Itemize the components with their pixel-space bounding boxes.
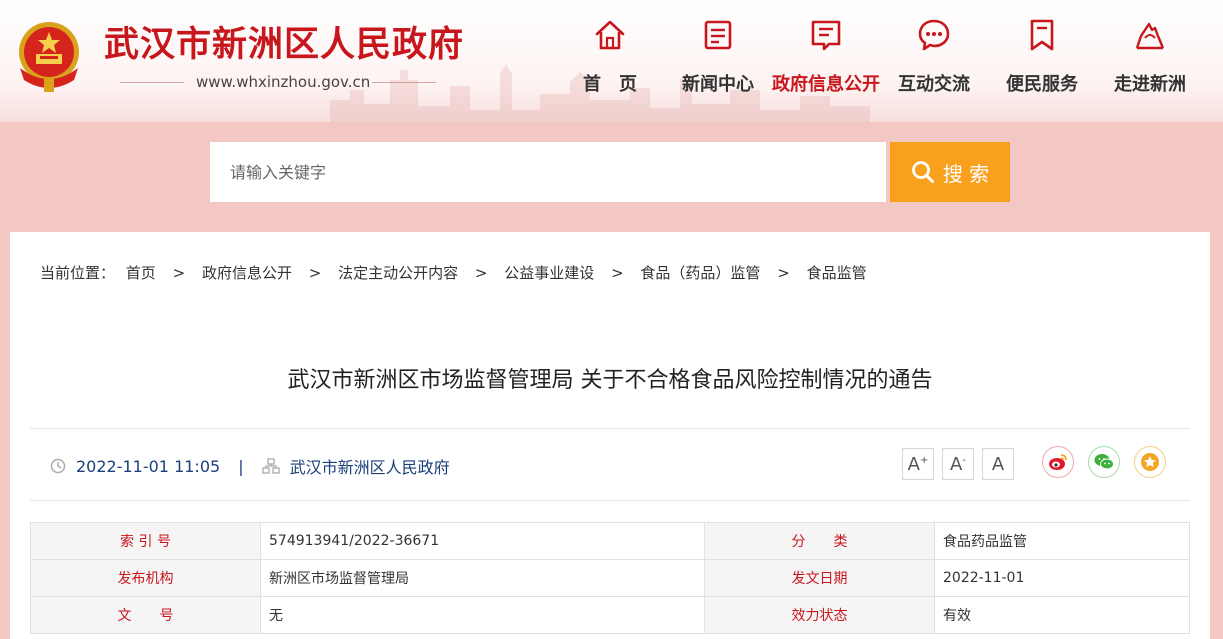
breadcrumb: 当前位置： 首页 > 政府信息公开 > 法定主动公开内容 > 公益事业建设 > … <box>40 262 867 283</box>
meta-top-divider <box>30 428 1190 429</box>
breadcrumb-link-statutory[interactable]: 法定主动公开内容 <box>338 262 458 283</box>
font-size-large-label: A <box>907 453 920 475</box>
url-divider-right <box>372 82 436 83</box>
organization-icon <box>261 458 280 474</box>
table-row: 发布机构 新洲区市场监督管理局 发文日期 2022-11-01 <box>30 559 1190 597</box>
national-emblem-logo <box>19 22 79 92</box>
article-meta: 2022-11-01 11:05 | 武汉市新洲区人民政府 <box>50 454 450 478</box>
table-row: 文 号 无 效力状态 有效 <box>30 596 1190 634</box>
search-input[interactable] <box>210 142 886 202</box>
chat-icon <box>918 19 950 51</box>
article-title: 武汉市新洲区市场监督管理局 关于不合格食品风险控制情况的通告 <box>287 368 933 393</box>
favorite-star-icon <box>1141 453 1159 471</box>
info-key: 文 号 <box>30 596 261 634</box>
nav-item-interaction[interactable]: 互动交流 <box>880 16 988 96</box>
info-value: 新洲区市场监督管理局 <box>260 559 705 597</box>
meta-bottom-divider <box>30 500 1190 501</box>
nav-label-news: 新闻中心 <box>682 74 754 95</box>
site-title: 武汉市新洲区人民政府 <box>104 25 465 65</box>
nav-label-interaction: 互动交流 <box>898 74 970 95</box>
news-icon <box>704 20 732 50</box>
nav-item-home[interactable]: 首 页 <box>556 16 664 96</box>
search-icon <box>911 161 934 183</box>
home-icon <box>595 20 625 50</box>
nav-item-gov-info[interactable]: 政府信息公开 <box>772 16 880 96</box>
share-favorite-button[interactable] <box>1134 446 1166 478</box>
font-size-small-button[interactable]: A- <box>942 448 974 480</box>
nav-label-services: 便民服务 <box>1006 74 1078 95</box>
info-value: 2022-11-01 <box>934 559 1190 597</box>
breadcrumb-link-food-drug[interactable]: 食品（药品）监管 <box>640 262 760 283</box>
info-key: 发文日期 <box>704 559 935 597</box>
breadcrumb-separator: > <box>611 264 624 282</box>
breadcrumb-link-gov-info[interactable]: 政府信息公开 <box>202 262 292 283</box>
info-value: 无 <box>260 596 705 634</box>
font-size-large-button[interactable]: A + <box>902 448 934 480</box>
info-value: 食品药品监管 <box>934 522 1190 560</box>
info-value: 574913941/2022-36671 <box>260 522 705 560</box>
info-value: 有效 <box>934 596 1190 634</box>
info-key: 分 类 <box>704 522 935 560</box>
plus-icon: + <box>919 454 929 466</box>
search-button-label: 搜 索 <box>942 161 990 186</box>
article-source: 武汉市新洲区人民政府 <box>289 458 450 477</box>
breadcrumb-separator: > <box>308 264 322 282</box>
nav-label-home: 首 页 <box>583 74 637 95</box>
url-divider-left <box>120 82 184 83</box>
wechat-icon <box>1094 454 1114 470</box>
bookmark-icon <box>1030 19 1054 51</box>
breadcrumb-link-public-welfare[interactable]: 公益事业建设 <box>504 262 594 283</box>
landmark-icon <box>1135 22 1165 50</box>
breadcrumb-separator: > <box>474 264 488 282</box>
clock-icon <box>50 458 66 474</box>
font-size-small-label: A <box>950 453 963 475</box>
site-header: 武汉市新洲区人民政府 www.whxinzhou.gov.cn 首 页 新闻中心 <box>0 0 1223 122</box>
font-size-default-button[interactable]: A <box>982 448 1014 480</box>
share-wechat-button[interactable] <box>1088 446 1120 478</box>
site-url: www.whxinzhou.gov.cn <box>196 73 371 91</box>
minus-icon: - <box>962 454 966 466</box>
publish-datetime: 2022-11-01 11:05 <box>76 456 221 476</box>
search-button[interactable]: 搜 索 <box>890 142 1010 202</box>
document-icon <box>811 20 841 51</box>
nav-label-about: 走进新洲 <box>1114 74 1186 95</box>
document-info-table: 索 引 号 574913941/2022-36671 分 类 食品药品监管 发布… <box>30 522 1190 634</box>
meta-separator: | <box>238 456 244 476</box>
nav-item-news[interactable]: 新闻中心 <box>664 16 772 96</box>
breadcrumb-prefix: 当前位置： <box>40 264 116 282</box>
weibo-icon <box>1049 454 1067 470</box>
share-weibo-button[interactable] <box>1042 446 1074 478</box>
info-key: 发布机构 <box>30 559 261 597</box>
nav-label-gov-info: 政府信息公开 <box>772 74 880 95</box>
info-key: 索 引 号 <box>30 522 261 560</box>
info-key: 效力状态 <box>704 596 935 634</box>
table-row: 索 引 号 574913941/2022-36671 分 类 食品药品监管 <box>30 522 1190 560</box>
nav-item-services[interactable]: 便民服务 <box>988 16 1096 96</box>
breadcrumb-separator: > <box>172 264 186 282</box>
breadcrumb-separator: > <box>777 264 790 282</box>
breadcrumb-link-food-supervision[interactable]: 食品监管 <box>807 262 867 283</box>
font-size-default-label: A <box>991 453 1005 475</box>
nav-item-about[interactable]: 走进新洲 <box>1096 16 1204 96</box>
article-panel: 当前位置： 首页 > 政府信息公开 > 法定主动公开内容 > 公益事业建设 > … <box>10 232 1210 639</box>
breadcrumb-link-home[interactable]: 首页 <box>126 262 156 283</box>
